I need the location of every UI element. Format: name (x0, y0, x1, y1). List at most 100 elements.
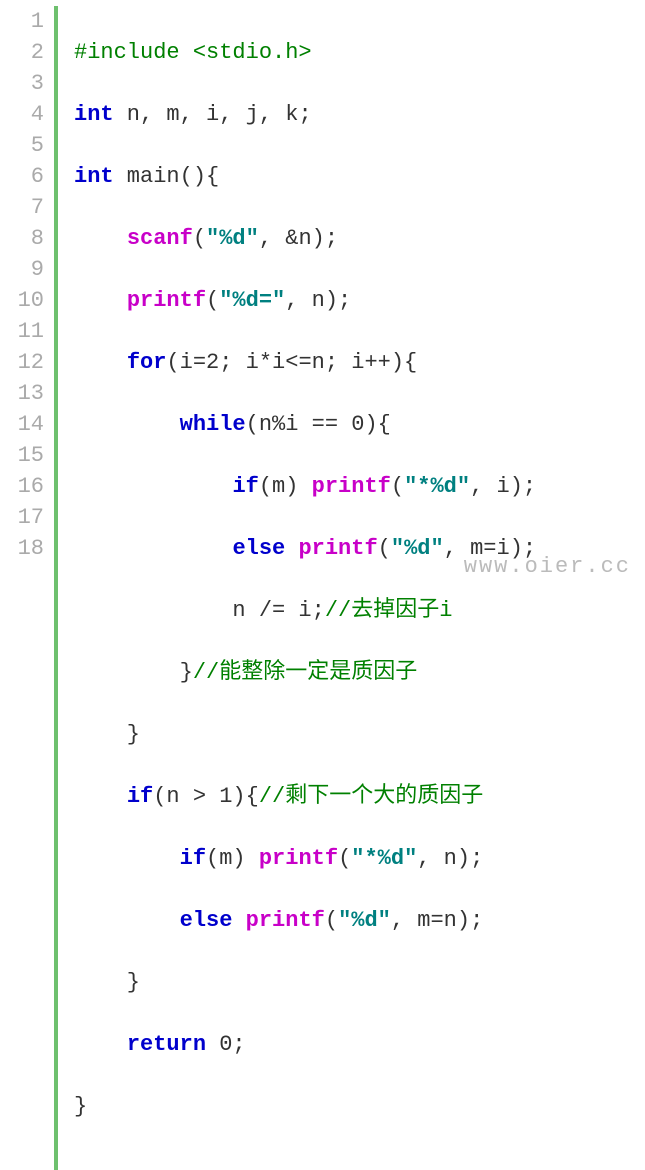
code-text: , &n); (259, 226, 338, 251)
line-number: 2 (0, 37, 44, 68)
keyword: if (180, 846, 206, 871)
code-line: } (74, 967, 536, 998)
line-number: 7 (0, 192, 44, 223)
code-text: } (74, 722, 140, 747)
string-literal: "*%d" (404, 474, 470, 499)
indent (74, 350, 127, 375)
code-text: ( (378, 536, 391, 561)
code-line: if(m) printf("*%d", i); (74, 471, 536, 502)
indent (74, 412, 180, 437)
indent (74, 288, 127, 313)
indent (74, 846, 180, 871)
line-number: 15 (0, 440, 44, 471)
line-number: 5 (0, 130, 44, 161)
comment: //能整除一定是质因子 (193, 660, 417, 685)
keyword: return (127, 1032, 206, 1057)
code-text (285, 536, 298, 561)
code-block: 1 2 3 4 5 6 7 8 9 10 11 12 13 14 15 16 1… (0, 0, 645, 1170)
code-text: , n); (285, 288, 351, 313)
keyword: int (74, 164, 114, 189)
code-text (232, 908, 245, 933)
code-text: ( (325, 908, 338, 933)
string-literal: "*%d" (351, 846, 417, 871)
function-name: printf (312, 474, 391, 499)
comment: //去掉因子i (325, 598, 453, 623)
line-number: 9 (0, 254, 44, 285)
line-number: 11 (0, 316, 44, 347)
code-text: (n > 1){ (153, 784, 259, 809)
function-name: printf (259, 846, 338, 871)
keyword: for (127, 350, 167, 375)
line-number: 1 (0, 6, 44, 37)
code-text: 0; (206, 1032, 246, 1057)
code-text: main(){ (114, 164, 220, 189)
preprocessor: #include <stdio.h> (74, 40, 312, 65)
keyword: if (232, 474, 258, 499)
code-text: (n%i == 0){ (246, 412, 391, 437)
code-line: n /= i;//去掉因子i (74, 595, 536, 626)
function-name: printf (246, 908, 325, 933)
comment: //剩下一个大的质因子 (259, 784, 483, 809)
string-literal: "%d" (338, 908, 391, 933)
code-line: int n, m, i, j, k; (74, 99, 536, 130)
function-name: scanf (127, 226, 193, 251)
line-number: 10 (0, 285, 44, 316)
line-number: 18 (0, 533, 44, 564)
line-number: 6 (0, 161, 44, 192)
line-number-gutter: 1 2 3 4 5 6 7 8 9 10 11 12 13 14 15 16 1… (0, 6, 54, 1170)
code-text: (m) (206, 846, 259, 871)
code-line: printf("%d=", n); (74, 285, 536, 316)
code-line: for(i=2; i*i<=n; i++){ (74, 347, 536, 378)
code-text: } (74, 1094, 87, 1119)
gutter-bar (54, 6, 58, 1170)
indent (74, 536, 232, 561)
code-line: }//能整除一定是质因子 (74, 657, 536, 688)
code-line: else printf("%d", m=n); (74, 905, 536, 936)
function-name: printf (298, 536, 377, 561)
keyword: while (180, 412, 246, 437)
keyword: if (127, 784, 153, 809)
string-literal: "%d=" (219, 288, 285, 313)
indent (74, 784, 127, 809)
string-literal: "%d" (206, 226, 259, 251)
line-number: 17 (0, 502, 44, 533)
code-text: , n); (417, 846, 483, 871)
indent (74, 908, 180, 933)
indent (74, 1032, 127, 1057)
code-text: n /= i; (74, 598, 325, 623)
code-text: ( (193, 226, 206, 251)
code-text: n, m, i, j, k; (114, 102, 312, 127)
code-line: if(m) printf("*%d", n); (74, 843, 536, 874)
code-line: } (74, 1091, 536, 1122)
line-number: 8 (0, 223, 44, 254)
code-text: } (74, 970, 140, 995)
code-line: scanf("%d", &n); (74, 223, 536, 254)
function-name: printf (127, 288, 206, 313)
code-text: ( (391, 474, 404, 499)
code-text: (m) (259, 474, 312, 499)
indent (74, 474, 232, 499)
code-text: ( (338, 846, 351, 871)
code-text: , i); (470, 474, 536, 499)
keyword: int (74, 102, 114, 127)
code-line: return 0; (74, 1029, 536, 1060)
line-number: 12 (0, 347, 44, 378)
line-number: 16 (0, 471, 44, 502)
code-line: } (74, 719, 536, 750)
code-line: if(n > 1){//剩下一个大的质因子 (74, 781, 536, 812)
code-text: (i=2; i*i<=n; i++){ (166, 350, 417, 375)
string-literal: "%d" (391, 536, 444, 561)
code-line: #include <stdio.h> (74, 37, 536, 68)
line-number: 13 (0, 378, 44, 409)
code-line: while(n%i == 0){ (74, 409, 536, 440)
keyword: else (232, 536, 285, 561)
indent (74, 226, 127, 251)
line-number: 4 (0, 99, 44, 130)
code-text: , m=n); (391, 908, 483, 933)
code-content: #include <stdio.h> int n, m, i, j, k; in… (74, 6, 536, 1170)
line-number: 3 (0, 68, 44, 99)
code-text: } (74, 660, 193, 685)
keyword: else (180, 908, 233, 933)
watermark: www.oier.cc (464, 554, 631, 579)
code-text: ( (206, 288, 219, 313)
